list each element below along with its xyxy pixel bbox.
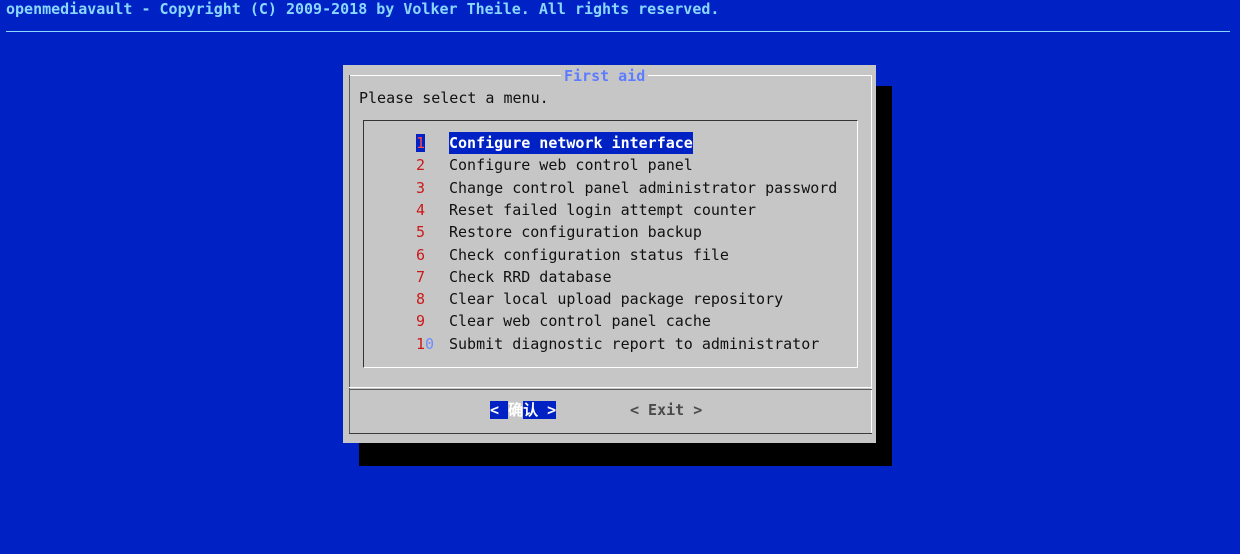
back-title: openmediavault - Copyright (C) 2009-2018… <box>6 0 720 18</box>
button-area-divider <box>349 387 872 388</box>
menu-item-tag: 1 <box>416 134 426 152</box>
back-title-divider <box>6 31 1230 32</box>
dialog-prompt: Please select a menu. <box>359 89 549 107</box>
ok-button-close: > <box>547 401 557 419</box>
menu-item-label: Configure web control panel <box>449 156 693 175</box>
menu-item-tag: 7 <box>416 267 426 286</box>
dialog-title: First aid <box>561 66 649 86</box>
ok-button-hotkey: 确 <box>508 401 524 419</box>
menu-item-label: Configure network interface <box>449 132 693 154</box>
menu-item-tag: 6 <box>416 245 426 264</box>
menu-item-tag: 5 <box>416 223 426 242</box>
menu-item-label: Submit diagnostic report to administrato… <box>449 334 820 353</box>
menu-item-label: Clear local upload package repository <box>449 290 784 309</box>
ok-button[interactable]: < 确认 > <box>490 400 557 421</box>
menu-item-tag: 10 <box>416 334 435 353</box>
menu-item-label: Reset failed login attempt counter <box>449 200 757 219</box>
menu-item-tag: 4 <box>416 200 426 219</box>
exit-button[interactable]: < Exit > <box>630 400 702 421</box>
ok-button-label: 认 <box>523 401 539 419</box>
menu-item-label: Restore configuration backup <box>449 223 702 242</box>
menu-item-label: Check RRD database <box>449 267 612 286</box>
dialog-frame-bottom <box>349 433 872 434</box>
dialog-frame-right <box>871 75 872 434</box>
ok-button-open: < <box>490 401 500 419</box>
menu-item-label: Change control panel administrator passw… <box>449 178 838 197</box>
menu-item-tag: 9 <box>416 312 426 331</box>
menu-item-tag: 3 <box>416 178 426 197</box>
dialog-frame-left <box>349 75 350 434</box>
menu-item-label: Clear web control panel cache <box>449 312 711 331</box>
button-area-divider-shadow <box>349 389 872 390</box>
menu-item-label: Check configuration status file <box>449 245 729 264</box>
menu-item-tag: 8 <box>416 290 426 309</box>
menu-item-tag: 2 <box>416 156 426 175</box>
